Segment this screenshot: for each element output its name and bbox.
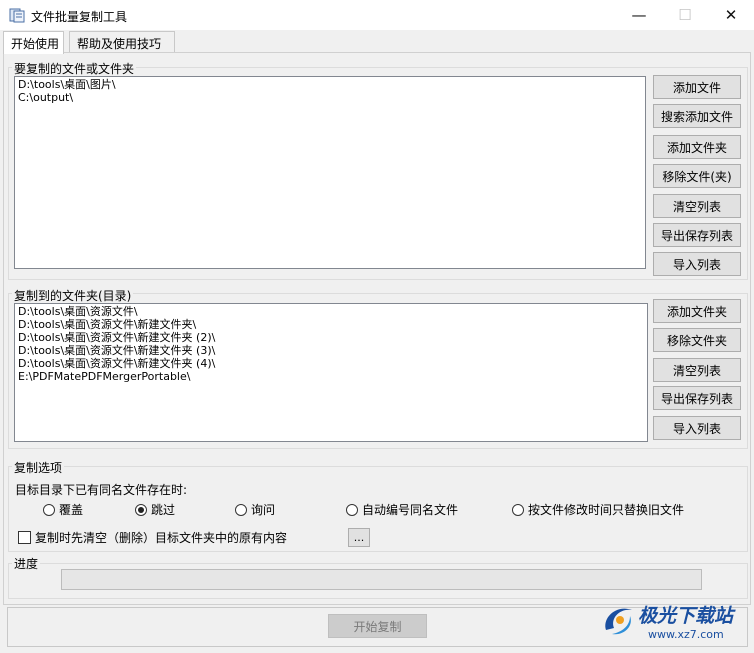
clear-dest-list-button[interactable]: 清空列表 [653, 358, 741, 382]
progress-bar [61, 569, 702, 590]
remove-dest-folder-button[interactable]: 移除文件夹 [653, 328, 741, 352]
list-item[interactable]: C:\output\ [18, 91, 642, 104]
list-item[interactable]: D:\tools\桌面\资源文件\新建文件夹 (2)\ [18, 331, 644, 344]
minimize-button[interactable]: — [616, 0, 662, 30]
radio-auto-number[interactable]: 自动编号同名文件 [346, 501, 458, 518]
clear-target-checkbox-label: 复制时先清空（删除）目标文件夹中的原有内容 [35, 531, 288, 545]
clear-source-list-button[interactable]: 清空列表 [653, 194, 741, 218]
list-item[interactable]: D:\tools\桌面\资源文件\新建文件夹\ [18, 318, 644, 331]
list-item[interactable]: D:\tools\桌面\资源文件\新建文件夹 (3)\ [18, 344, 644, 357]
tab-help-label: 帮助及使用技巧 [77, 37, 162, 51]
radio-checked-icon [135, 503, 147, 516]
close-button[interactable]: ✕ [708, 0, 754, 30]
watermark-logo: 极光下载站 www.xz7.com [598, 598, 748, 650]
dest-group-label: 复制到的文件夹(目录) [12, 287, 134, 304]
close-icon: ✕ [724, 6, 738, 24]
source-listbox[interactable]: D:\tools\桌面\图片\ C:\output\ [14, 76, 646, 269]
radio-skip-label: 跳过 [151, 503, 176, 517]
list-item[interactable]: D:\tools\桌面\资源文件\新建文件夹 (4)\ [18, 357, 644, 370]
watermark-url: www.xz7.com [648, 628, 724, 641]
app-icon [9, 8, 25, 23]
window-title: 文件批量复制工具 [31, 10, 128, 24]
radio-circle-icon [235, 503, 247, 516]
list-item[interactable]: D:\tools\桌面\资源文件\ [18, 305, 644, 318]
radio-circle-icon [43, 503, 55, 516]
search-add-file-button[interactable]: 搜索添加文件 [653, 104, 741, 128]
radio-auto-number-label: 自动编号同名文件 [362, 503, 459, 517]
radio-ask[interactable]: 询问 [235, 501, 275, 518]
maximize-button[interactable]: ☐ [662, 0, 708, 30]
progress-label: 进度 [12, 555, 41, 572]
radio-overwrite-label: 覆盖 [59, 503, 84, 517]
tab-start-label: 开始使用 [11, 37, 60, 51]
browse-button[interactable]: ... [348, 528, 370, 547]
import-source-list-button[interactable]: 导入列表 [653, 252, 741, 276]
radio-ask-label: 询问 [251, 503, 276, 517]
list-item[interactable]: D:\tools\桌面\图片\ [18, 78, 642, 91]
source-group-label: 要复制的文件或文件夹 [12, 60, 137, 77]
radio-replace-older-label: 按文件修改时间只替换旧文件 [528, 503, 685, 517]
tab-help[interactable]: 帮助及使用技巧 [69, 31, 175, 53]
title-bar: 文件批量复制工具 — ☐ ✕ [0, 0, 754, 30]
export-source-list-button[interactable]: 导出保存列表 [653, 223, 741, 247]
radio-overwrite[interactable]: 覆盖 [43, 501, 83, 518]
checkbox-unchecked-icon [18, 531, 31, 544]
tab-start[interactable]: 开始使用 [3, 31, 64, 54]
watermark-swirl-icon [605, 608, 632, 635]
add-file-button[interactable]: 添加文件 [653, 75, 741, 99]
list-item[interactable]: E:\PDFMatePDFMergerPortable\ [18, 370, 644, 383]
watermark-brand: 极光下载站 [638, 605, 734, 627]
options-group-label: 复制选项 [12, 459, 65, 476]
remove-source-button[interactable]: 移除文件(夹) [653, 164, 741, 188]
radio-circle-icon [346, 503, 358, 516]
add-source-folder-button[interactable]: 添加文件夹 [653, 135, 741, 159]
maximize-icon: ☐ [678, 6, 692, 24]
radio-circle-icon [512, 503, 524, 516]
dest-listbox[interactable]: D:\tools\桌面\资源文件\ D:\tools\桌面\资源文件\新建文件夹… [14, 303, 648, 442]
radio-skip[interactable]: 跳过 [135, 501, 175, 518]
start-copy-button[interactable]: 开始复制 [328, 614, 427, 638]
conflict-prompt: 目标目录下已有同名文件存在时: [15, 483, 188, 497]
import-dest-list-button[interactable]: 导入列表 [653, 416, 741, 440]
minimize-icon: — [631, 6, 647, 24]
clear-target-checkbox[interactable]: 复制时先清空（删除）目标文件夹中的原有内容 [18, 529, 287, 546]
export-dest-list-button[interactable]: 导出保存列表 [653, 386, 741, 410]
add-dest-folder-button[interactable]: 添加文件夹 [653, 299, 741, 323]
radio-replace-older[interactable]: 按文件修改时间只替换旧文件 [512, 501, 684, 518]
